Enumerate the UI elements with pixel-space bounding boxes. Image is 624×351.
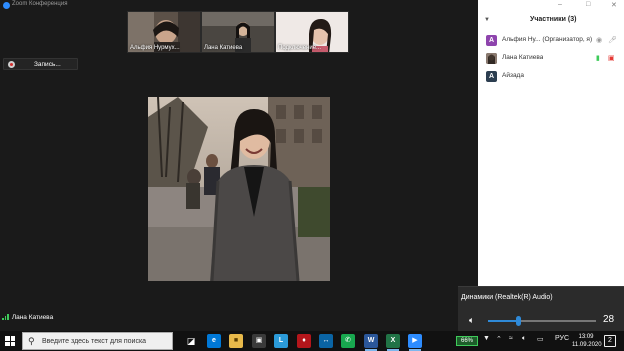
speaker-video-frame xyxy=(148,97,330,281)
task-view-icon[interactable]: ◪ xyxy=(184,334,198,348)
wifi-icon[interactable]: ≈ xyxy=(509,335,513,342)
battery-indicator[interactable]: 66% xyxy=(456,336,478,346)
zoom-app-icon[interactable]: ▶ xyxy=(408,334,422,351)
participant-name: Подключение... xyxy=(278,45,322,51)
microphone-active-icon: ▮ xyxy=(596,55,600,62)
participant-row[interactable]: А Айзада xyxy=(478,68,624,86)
antivirus-icon[interactable]: ♦ xyxy=(297,334,311,348)
participant-thumbnail[interactable]: Лана Катиева xyxy=(201,11,275,53)
participant-name: Лана Катиева xyxy=(204,45,243,51)
volume-slider-fill xyxy=(488,320,519,322)
taskbar-search[interactable]: ⚲ Введите здесь текст для поиска xyxy=(22,332,173,350)
speaker-icon[interactable]: 🔈︎ xyxy=(469,315,474,326)
participants-panel: – □ ✕ ▼ Участники (3) А Альфия Ну... (Ор… xyxy=(478,0,624,286)
participant-name: Альфия Ну... (Организатор, я) xyxy=(502,36,593,43)
audio-device-name[interactable]: Динамики (Realtek(R) Audio) xyxy=(461,294,553,301)
file-explorer-icon[interactable]: ■ xyxy=(229,334,243,348)
edge-browser-icon[interactable]: e xyxy=(207,334,221,348)
volume-flyout: Динамики (Realtek(R) Audio) 🔈︎ 28 xyxy=(458,286,624,331)
participant-thumbnail[interactable]: Подключение... xyxy=(275,11,349,53)
window-title: Zoom Конференция xyxy=(12,1,68,7)
close-button[interactable]: ✕ xyxy=(611,1,617,9)
language-indicator[interactable]: РУС xyxy=(555,335,569,342)
participant-row[interactable]: Лана Катиева ▮ ▣ xyxy=(478,50,624,68)
clock-time: 13:09 xyxy=(578,334,594,340)
participant-row[interactable]: А Альфия Ну... (Организатор, я) ◉ 🎤︎ xyxy=(478,32,624,50)
video-off-icon: ▣ xyxy=(608,55,615,62)
participants-header: ▼ Участники (3) xyxy=(478,14,624,28)
active-speaker-name: Лана Катиева xyxy=(2,314,53,324)
volume-slider[interactable] xyxy=(488,316,596,326)
app-l-icon[interactable]: L xyxy=(274,334,288,348)
video-status-icon: ◉ xyxy=(596,37,603,44)
excel-icon[interactable]: X xyxy=(386,334,400,351)
volume-level: 28 xyxy=(603,314,615,325)
participant-name: Айзада xyxy=(502,72,524,79)
whatsapp-icon[interactable]: ✆ xyxy=(341,334,355,348)
record-icon xyxy=(8,61,15,68)
chevron-down-icon[interactable]: ▼ xyxy=(484,17,490,23)
avatar: А xyxy=(486,35,497,46)
avatar: А xyxy=(486,71,497,82)
maximize-button[interactable]: □ xyxy=(586,1,590,8)
system-clock[interactable]: 13:09 11.09.2020 xyxy=(572,333,602,349)
microphone-icon: 🎤︎ xyxy=(608,37,617,44)
recording-indicator[interactable]: Запись... xyxy=(3,58,78,70)
minimize-button[interactable]: – xyxy=(558,1,562,8)
clock-date: 11.09.2020 xyxy=(572,342,602,348)
participants-title: Участники (3) xyxy=(530,16,577,23)
avatar xyxy=(486,53,497,64)
store-icon[interactable]: ▣ xyxy=(252,334,266,348)
title-bar: Zoom Конференция xyxy=(0,0,478,11)
participant-thumbnail[interactable]: Альфия Нурмух... xyxy=(127,11,201,53)
teamviewer-icon[interactable]: ↔ xyxy=(319,334,333,348)
signal-icon xyxy=(2,314,10,321)
zoom-logo-icon xyxy=(3,2,10,9)
windows-start-icon[interactable] xyxy=(5,336,15,346)
battery-tray-icon[interactable]: ▭ xyxy=(537,335,544,343)
avatar-photo xyxy=(486,53,497,64)
volume-tray-icon[interactable]: 🔈︎ xyxy=(522,335,526,343)
word-icon[interactable]: W xyxy=(364,334,378,351)
show-hidden-icons-icon[interactable]: ⌃ xyxy=(496,335,502,343)
usb-icon[interactable]: ▼ xyxy=(483,335,490,342)
notification-center-icon[interactable]: 2 xyxy=(604,335,616,347)
search-placeholder: Введите здесь текст для поиска xyxy=(42,338,147,345)
volume-slider-thumb[interactable] xyxy=(515,316,521,326)
participant-name: Лана Катиева xyxy=(502,54,544,61)
search-icon: ⚲ xyxy=(28,336,35,346)
recording-label: Запись... xyxy=(34,60,61,68)
active-speaker-label: Лана Катиева xyxy=(11,314,54,321)
active-speaker-video xyxy=(148,97,330,281)
participant-name: Альфия Нурмух... xyxy=(130,45,180,51)
taskbar: ⚲ Введите здесь текст для поиска ◪ e ■ ▣… xyxy=(0,331,624,351)
